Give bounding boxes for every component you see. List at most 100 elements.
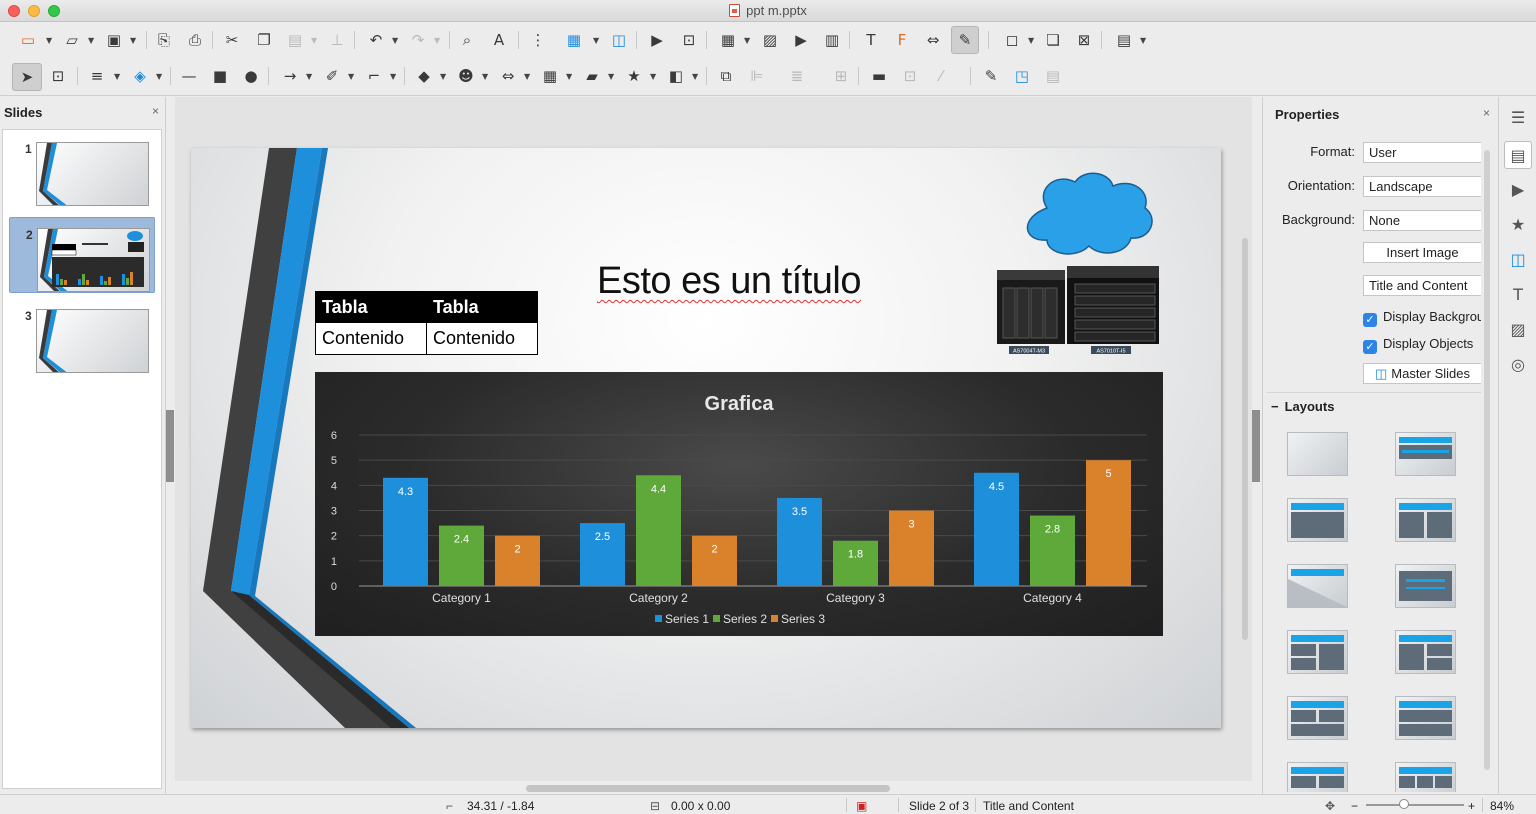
master-slides-button[interactable]: ◫ Master Slides <box>1363 363 1481 384</box>
flowchart-icon[interactable]: ▦ <box>538 64 562 88</box>
layout-title-content-over-content[interactable] <box>1395 696 1456 740</box>
layout-title-only[interactable] <box>1287 564 1348 608</box>
layouts-section-header[interactable]: − Layouts <box>1271 399 1334 414</box>
print-icon[interactable]: ⎙ <box>183 28 207 52</box>
select-arrow-icon[interactable]: ➤ <box>12 63 42 91</box>
block-arrows-icon[interactable]: ⇔ <box>496 64 520 88</box>
display-grid-icon[interactable]: ⋮ <box>526 28 550 52</box>
sidebar-splitter[interactable] <box>1252 410 1260 482</box>
display-background-checkbox[interactable]: ✓ Display Background <box>1363 309 1481 327</box>
insert-image-button[interactable]: Insert Image <box>1363 242 1481 263</box>
slide-layout-icon[interactable]: ▤ <box>1112 28 1136 52</box>
layout-title-6content[interactable] <box>1395 762 1456 792</box>
master-slides-deck-icon[interactable]: ◫ <box>1504 245 1532 273</box>
sidebar-close-icon[interactable]: × <box>1483 106 1490 120</box>
insert-table-icon[interactable]: ▦ <box>716 28 740 52</box>
vertical-scrollbar[interactable] <box>1242 238 1248 640</box>
line-color-icon[interactable]: ≡ <box>85 64 109 88</box>
slide-title[interactable]: Esto es un título <box>597 260 862 303</box>
duplicate-slide-icon[interactable]: ❏ <box>1041 28 1065 52</box>
slide-editor[interactable]: Esto es un título Tabla Tabla Contenido … <box>175 97 1252 781</box>
sidebar-settings-icon[interactable]: ☰ <box>1504 103 1532 131</box>
background-dropdown[interactable]: None <box>1363 210 1481 231</box>
insert-fontwork-icon[interactable]: F <box>890 28 914 52</box>
slides-list[interactable]: 1 2 3 <box>2 129 162 789</box>
display-views-icon[interactable]: ▦ <box>559 28 589 52</box>
basic-shapes-icon[interactable]: ◆ <box>412 64 436 88</box>
orientation-dropdown[interactable]: Landscape <box>1363 176 1481 197</box>
insert-textbox-icon[interactable]: T <box>859 28 883 52</box>
spelling-icon[interactable]: A <box>487 28 511 52</box>
export-pdf-icon[interactable]: ⎘ <box>152 28 176 52</box>
navigator-icon[interactable]: ◎ <box>1504 350 1532 378</box>
document-modified-icon[interactable]: ▣ <box>856 799 867 813</box>
image-map-icon[interactable]: ▤ <box>1041 64 1065 88</box>
crop-icon[interactable]: ⊡ <box>898 64 922 88</box>
slides-panel-splitter[interactable] <box>166 410 174 482</box>
zoom-slider-handle[interactable] <box>1399 799 1409 809</box>
arrange-icon[interactable]: ≣ <box>785 64 809 88</box>
zoom-in-button[interactable]: + <box>1468 799 1475 813</box>
layout-title-two-content[interactable] <box>1395 498 1456 542</box>
gallery-icon[interactable]: ▨ <box>1504 315 1532 343</box>
insert-media-icon[interactable]: ▶ <box>789 28 813 52</box>
slides-panel-close-icon[interactable]: × <box>152 104 159 118</box>
layout-centered-text[interactable] <box>1395 564 1456 608</box>
start-slideshow-icon[interactable]: ▭ <box>16 28 40 52</box>
slide-table[interactable]: Tabla Tabla Contenido Contenido <box>315 291 538 355</box>
nas-servers-image[interactable]: AS7004T-M3 AS7010T-I5 <box>995 266 1163 358</box>
transformations-icon[interactable]: ⧉ <box>714 64 738 88</box>
insert-image-icon[interactable]: ▨ <box>758 28 782 52</box>
stars-icon[interactable]: ★ <box>622 64 646 88</box>
format-dropdown[interactable]: User <box>1363 142 1481 163</box>
zoom-slider[interactable] <box>1366 804 1464 806</box>
zoom-level[interactable]: 84% <box>1490 799 1514 813</box>
properties-deck-icon[interactable]: ▤ <box>1504 141 1532 169</box>
start-first-slide-icon[interactable]: ▶ <box>645 28 669 52</box>
cut-icon[interactable]: ✂ <box>220 28 244 52</box>
shadow-icon[interactable]: ▬ <box>867 64 891 88</box>
insert-line-icon[interactable]: — <box>177 64 201 88</box>
fit-slide-icon[interactable]: ✥ <box>1325 799 1335 813</box>
table-header-cell[interactable]: Tabla <box>426 291 538 323</box>
draw-function-icon[interactable]: ✎ <box>951 26 979 54</box>
layout-title-content-2content[interactable] <box>1395 630 1456 674</box>
save-icon[interactable]: ▣ <box>102 28 126 52</box>
clone-formatting-icon[interactable]: ⊥ <box>325 28 349 52</box>
styles-icon[interactable]: T <box>1504 280 1532 308</box>
callouts-icon[interactable]: ▰ <box>580 64 604 88</box>
curves-polygons-icon[interactable]: ✐ <box>320 64 344 88</box>
zoom-out-button[interactable]: − <box>1351 799 1358 813</box>
animation-icon[interactable]: ★ <box>1504 210 1532 238</box>
insert-chart-icon[interactable]: ▥ <box>820 28 844 52</box>
open-folder-icon[interactable]: ▱ <box>60 28 84 52</box>
fill-color-icon[interactable]: ◈ <box>128 64 152 88</box>
layout-title-2content-over-content[interactable] <box>1287 696 1348 740</box>
layout-blank[interactable] <box>1287 432 1348 476</box>
layout-title-content[interactable] <box>1287 498 1348 542</box>
paste-icon[interactable]: ▤ <box>283 28 307 52</box>
slide-transition-icon[interactable]: ▶ <box>1504 175 1532 203</box>
zoom-pan-icon[interactable]: ⊡ <box>46 64 70 88</box>
lines-arrows-icon[interactable]: → <box>278 64 302 88</box>
insert-rectangle-icon[interactable]: ■ <box>208 64 232 88</box>
layout-dropdown[interactable]: Title and Content <box>1363 275 1481 296</box>
align-objects-icon[interactable]: ⊫ <box>745 64 769 88</box>
layout-title-slide[interactable] <box>1395 432 1456 476</box>
table-cell[interactable]: Contenido <box>315 322 427 355</box>
start-current-slide-icon[interactable]: ⊡ <box>677 28 701 52</box>
toggle-extrusion-icon[interactable]: ◳ <box>1010 64 1034 88</box>
symbol-shapes-icon[interactable]: ☻ <box>454 64 478 88</box>
delete-slide-icon[interactable]: ⊠ <box>1072 28 1096 52</box>
horizontal-scrollbar[interactable] <box>526 785 890 792</box>
slide-thumbnail-2[interactable]: 2 <box>9 217 155 293</box>
display-objects-checkbox[interactable]: ✓ Display Objects <box>1363 336 1481 354</box>
table-header-cell[interactable]: Tabla <box>315 291 427 323</box>
3d-objects-icon[interactable]: ◧ <box>664 64 688 88</box>
undo-icon[interactable]: ↶ <box>364 28 388 52</box>
slide-canvas[interactable]: Esto es un título Tabla Tabla Contenido … <box>191 148 1221 728</box>
cloud-shape[interactable] <box>1017 170 1157 258</box>
find-replace-icon[interactable]: ⌕ <box>455 28 479 52</box>
layout-title-4content[interactable] <box>1287 762 1348 792</box>
connectors-icon[interactable]: ⌐ <box>362 64 386 88</box>
